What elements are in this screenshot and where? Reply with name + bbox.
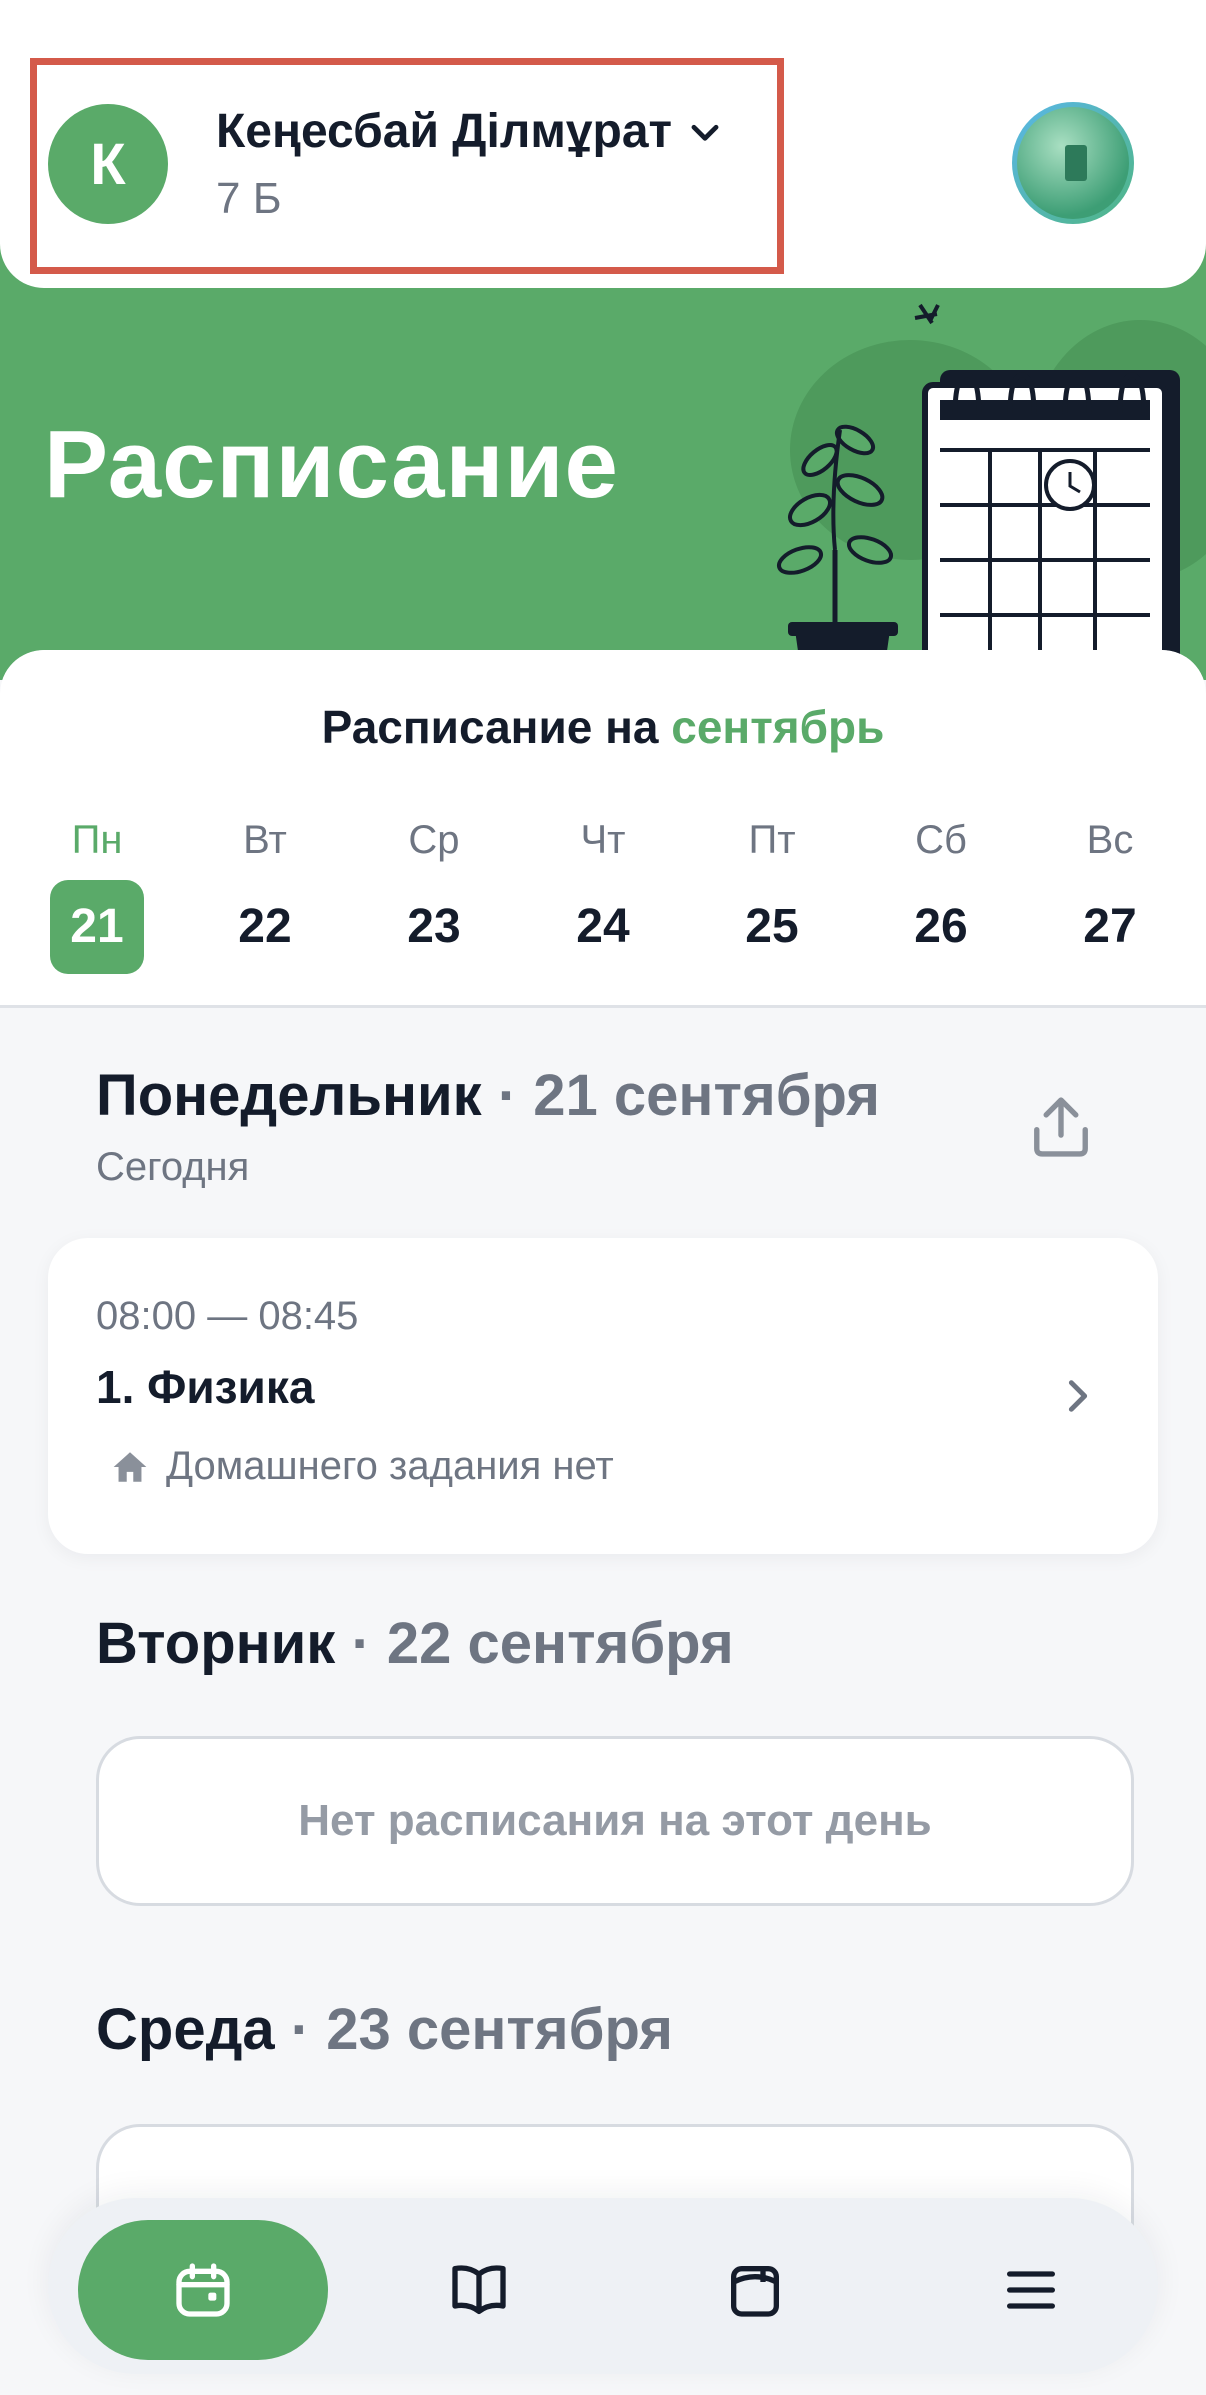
day-heading-monday: Понедельник · 21 сентября [96,1063,881,1128]
day-number: 23 [407,900,461,953]
student-name: Кеңесбай Ділмұрат [216,105,673,158]
day-thu[interactable]: Чт 24 [548,820,658,970]
student-switcher[interactable]: Кеңесбай Ділмұрат [216,104,724,159]
lesson-card[interactable]: 08:00 — 08:45 1. Физика Домашнего задани… [48,1238,1158,1554]
bottom-navigation [48,2198,1158,2374]
day-name: Сб [915,818,967,862]
schedule-banner: Расписание [0,240,1206,680]
calendar-icon [176,2263,230,2317]
day-number: 21 [50,880,144,974]
book-icon [452,2265,506,2314]
day-name: Ср [408,818,460,862]
diary-icon [731,2266,779,2317]
day-number: 24 [576,900,630,953]
weekday-label: Среда [96,1997,275,2062]
day-name: Пт [748,818,796,862]
avatar[interactable]: К [48,104,168,224]
day-sat[interactable]: Сб 26 [886,820,996,970]
day-mon[interactable]: Пн 21 [42,818,152,974]
date-label: 23 сентября [326,1997,673,2062]
date-label: 21 сентября [533,1063,881,1128]
day-sun[interactable]: Вс 27 [1055,820,1165,970]
menu-icon [1007,2271,1055,2309]
day-wed[interactable]: Ср 23 [379,820,489,970]
day-number: 26 [914,900,968,953]
day-tue[interactable]: Вт 22 [210,820,320,970]
week-calendar: Расписание на сентябрь Пн 21 Вт 22 Ср 23… [0,650,1206,1008]
day-number: 27 [1083,900,1137,953]
chevron-right-icon [1068,1380,1088,1412]
week-days: Пн 21 Вт 22 Ср 23 Чт 24 Пт 25 Сб 26 Вс 2… [0,818,1206,974]
app-header: К Кеңесбай Ділмұрат 7 Б [0,0,1206,288]
month-selector[interactable]: сентябрь [671,701,884,753]
home-icon [113,1451,147,1482]
month-heading: Расписание на сентябрь [0,700,1206,754]
nav-diary[interactable] [630,2220,880,2360]
student-class: 7 Б [216,174,282,223]
homework-label: Домашнего задания нет [166,1444,614,1488]
weekday-label: Вторник [96,1611,336,1676]
day-number: 25 [745,900,799,953]
chevron-down-icon [691,124,719,141]
empty-schedule-notice: Нет расписания на этот день [96,1736,1134,1906]
nav-schedule[interactable] [78,2220,328,2360]
day-name: Чт [580,818,626,862]
day-name: Вт [243,818,287,862]
lesson-name: 1. Физика [96,1361,315,1413]
day-number: 22 [238,900,292,953]
school-logo[interactable] [1012,102,1134,224]
day-heading-tuesday: Вторник · 22 сентября [96,1611,734,1676]
share-icon[interactable] [1028,1092,1094,1162]
lesson-time: 08:00 — 08:45 [96,1294,359,1338]
day-fri[interactable]: Пт 25 [717,820,827,970]
page-title: Расписание [44,411,619,518]
month-heading-prefix: Расписание на [321,701,659,753]
calendar-illustration [776,303,1206,680]
nav-menu[interactable] [906,2220,1156,2360]
day-name: Пн [71,818,123,862]
date-label: 22 сентября [386,1611,734,1676]
weekday-label: Понедельник [96,1063,482,1128]
today-label: Сегодня [96,1145,250,1189]
nav-subjects[interactable] [354,2220,604,2360]
homework-status: Домашнего задания нет [110,1444,614,1489]
day-name: Вс [1086,818,1134,862]
day-heading-wednesday: Среда · 23 сентября [96,1997,673,2062]
